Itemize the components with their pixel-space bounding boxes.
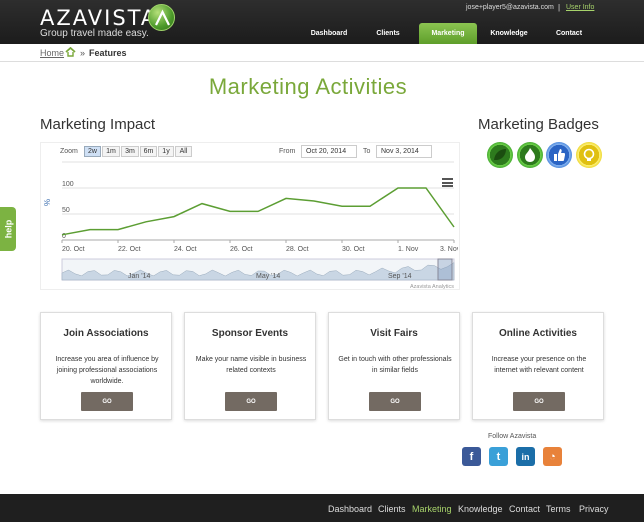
- card-description: Increase your presence on the internet w…: [491, 356, 587, 374]
- card-description: Make your name visible in business relat…: [195, 356, 307, 374]
- card-description: Get in touch with other professionals in…: [338, 356, 452, 374]
- to-date-input[interactable]: Nov 3, 2014: [376, 145, 432, 158]
- card-sponsor-events: Sponsor Events Make your name visible in…: [184, 312, 316, 420]
- user-email: jose+player5@azavista.com: [466, 4, 554, 11]
- logo-mark-icon: [148, 4, 175, 31]
- navigator-tick-label: Sep '14: [388, 273, 412, 280]
- marketing-impact-title: Marketing Impact: [40, 116, 156, 133]
- footer-link-contact[interactable]: Contact: [509, 504, 540, 514]
- nav-contact[interactable]: Contact: [543, 23, 595, 44]
- footer-link-marketing[interactable]: Marketing: [412, 504, 452, 514]
- zoom-6m-button[interactable]: 6m: [140, 146, 157, 157]
- y-tick-label: 50: [62, 207, 70, 214]
- x-tick-label: 26. Oct: [230, 246, 253, 253]
- zoom-label: Zoom: [60, 148, 78, 155]
- lightbulb-badge-icon[interactable]: [576, 142, 602, 168]
- facebook-icon[interactable]: f: [462, 447, 481, 466]
- from-label: From: [279, 148, 296, 155]
- nav-knowledge[interactable]: Knowledge: [481, 23, 537, 44]
- breadcrumb-home-link[interactable]: Home: [40, 48, 64, 58]
- x-tick-label: 24. Oct: [174, 246, 197, 253]
- flame-badge-icon[interactable]: [517, 142, 543, 168]
- leaf-badge-icon[interactable]: [487, 142, 513, 168]
- follow-label: Follow Azavista: [488, 433, 537, 440]
- linkedin-icon[interactable]: in: [516, 447, 535, 466]
- x-tick-label: 3. Nov: [440, 246, 458, 253]
- zoom-1y-button[interactable]: 1y: [158, 146, 174, 157]
- x-tick-label: 28. Oct: [286, 246, 309, 253]
- card-online-activities: Online Activities Increase your presence…: [472, 312, 604, 420]
- home-icon[interactable]: [65, 47, 76, 57]
- sponsor-events-go-button[interactable]: GO: [225, 392, 277, 411]
- zoom-1m-button[interactable]: 1m: [102, 146, 120, 157]
- x-tick-label: 22. Oct: [118, 246, 141, 253]
- x-tick-label: 20. Oct: [62, 246, 85, 253]
- user-info-link[interactable]: User Info: [566, 4, 594, 11]
- footer-link-terms[interactable]: Terms: [546, 504, 571, 514]
- visit-fairs-go-button[interactable]: GO: [369, 392, 421, 411]
- page-title: Marketing Activities: [208, 74, 408, 99]
- zoom-all-button[interactable]: All: [175, 146, 192, 157]
- rss-icon[interactable]: ◔: [543, 447, 562, 466]
- footer-link-clients[interactable]: Clients: [378, 504, 406, 514]
- from-date-input[interactable]: Oct 20, 2014: [301, 145, 357, 158]
- chart-credit: Azavista Analytics: [410, 284, 454, 290]
- zoom-3m-button[interactable]: 3m: [121, 146, 139, 157]
- card-title: Sponsor Events: [211, 328, 289, 339]
- brand-tagline: Group travel made easy.: [40, 28, 149, 39]
- card-title: Online Activities: [499, 328, 577, 339]
- nav-dashboard[interactable]: Dashboard: [300, 23, 358, 44]
- marketing-badges-title: Marketing Badges: [478, 116, 599, 133]
- card-title: Visit Fairs: [370, 328, 418, 339]
- thumbs-up-badge-icon[interactable]: [546, 142, 572, 168]
- online-activities-go-button[interactable]: GO: [513, 392, 565, 411]
- card-description: Increase you area of influence by joinin…: [55, 356, 159, 385]
- navigator-selection-handle: [437, 258, 453, 281]
- footer-link-knowledge[interactable]: Knowledge: [458, 504, 503, 514]
- join-associations-go-button[interactable]: GO: [81, 392, 133, 411]
- card-join-associations: Join Associations Increase you area of i…: [40, 312, 172, 420]
- navigator-tick-label: Jan '14: [128, 273, 150, 280]
- to-label: To: [363, 148, 371, 155]
- footer-link-privacy[interactable]: Privacy: [579, 504, 609, 514]
- nav-marketing[interactable]: Marketing: [419, 23, 477, 44]
- y-axis-label: %: [44, 199, 52, 206]
- brand-logo[interactable]: AZAVISTA: [40, 6, 157, 30]
- zoom-2w-button[interactable]: 2w: [84, 146, 101, 157]
- breadcrumb-current: Features: [89, 48, 127, 58]
- help-tab[interactable]: help: [0, 207, 16, 251]
- impact-series-line: [61, 187, 455, 236]
- impact-line-chart: 050100%20. Oct22. Oct24. Oct26. Oct28. O…: [44, 161, 458, 290]
- card-visit-fairs: Visit Fairs Get in touch with other prof…: [328, 312, 460, 420]
- twitter-icon[interactable]: t: [489, 447, 508, 466]
- help-label: help: [3, 219, 14, 239]
- y-tick-label: 100: [62, 181, 74, 188]
- breadcrumb-separator: »: [80, 48, 86, 58]
- user-separator: |: [558, 3, 561, 12]
- card-title: Join Associations: [63, 328, 149, 339]
- nav-clients[interactable]: Clients: [362, 23, 414, 44]
- navigator-tick-label: May '14: [256, 273, 280, 280]
- x-tick-label: 30. Oct: [342, 246, 365, 253]
- x-tick-label: 1. Nov: [398, 246, 419, 253]
- footer-link-dashboard[interactable]: Dashboard: [328, 504, 372, 514]
